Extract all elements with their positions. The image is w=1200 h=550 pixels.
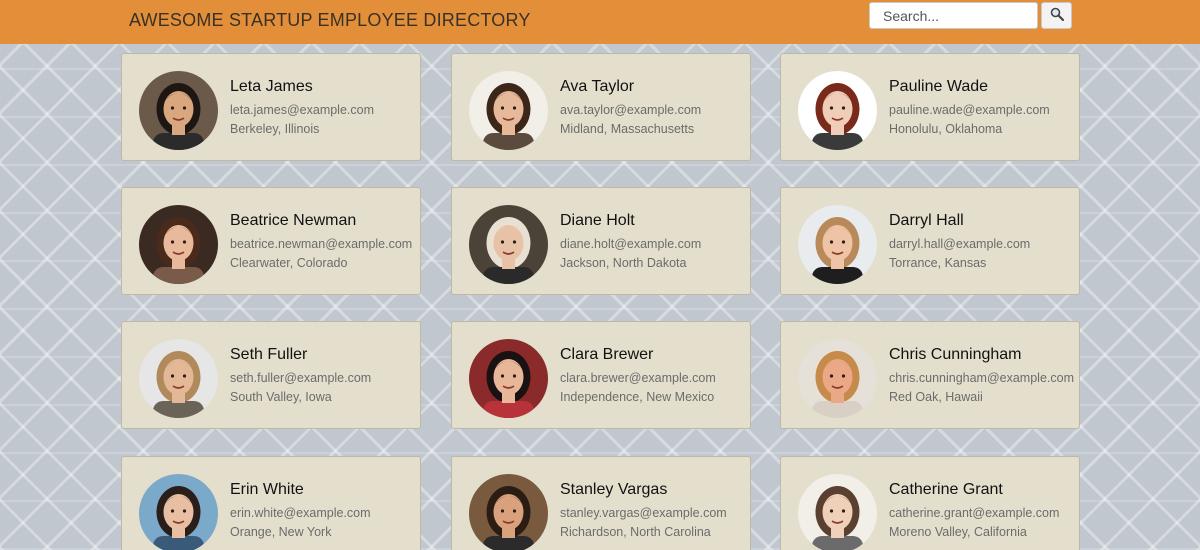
employee-email: seth.fuller@example.com	[230, 371, 372, 385]
employee-name: Erin White	[230, 481, 304, 498]
avatar	[798, 474, 877, 550]
employee-email: erin.white@example.com	[230, 506, 371, 520]
search-button[interactable]	[1041, 2, 1072, 29]
avatar	[139, 474, 218, 550]
employee-location: Moreno Valley, California	[889, 525, 1027, 539]
employee-email: clara.brewer@example.com	[560, 371, 716, 385]
avatar	[139, 205, 218, 284]
avatar	[798, 205, 877, 284]
app-header: AWESOME STARTUP EMPLOYEE DIRECTORY	[0, 0, 1200, 44]
employee-location: Honolulu, Oklahoma	[889, 122, 1003, 136]
avatar	[469, 339, 548, 418]
employee-name: Diane Holt	[560, 212, 635, 229]
employee-location: Berkeley, Illinois	[230, 122, 320, 136]
employee-card[interactable]: Leta James leta.james@example.com Berkeley…	[121, 53, 421, 161]
employee-location: Independence, New Mexico	[560, 390, 715, 404]
employee-name: Stanley Vargas	[560, 481, 668, 498]
employee-email: ava.taylor@example.com	[560, 103, 702, 117]
employee-location: Midland, Massachusetts	[560, 122, 695, 136]
employee-card[interactable]: Stanley Vargas stanley.vargas@example.com…	[451, 456, 751, 550]
avatar	[469, 71, 548, 150]
employee-card[interactable]: Clara Brewer clara.brewer@example.com Inde…	[451, 321, 751, 429]
employee-name: Chris Cunningham	[889, 346, 1022, 363]
search-input[interactable]	[869, 2, 1038, 29]
employee-name: Seth Fuller	[230, 346, 308, 363]
avatar	[139, 71, 218, 150]
employee-card[interactable]: Ava Taylor ava.taylor@example.com Midland,…	[451, 53, 751, 161]
employee-card[interactable]: Darryl Hall darryl.hall@example.com Torran…	[780, 187, 1080, 295]
employee-name: Leta James	[230, 78, 313, 95]
employee-email: catherine.grant@example.com	[889, 506, 1060, 520]
employee-email: leta.james@example.com	[230, 103, 374, 117]
employee-name: Clara Brewer	[560, 346, 654, 363]
employee-name: Beatrice Newman	[230, 212, 357, 229]
employee-card[interactable]: Catherine Grant catherine.grant@example.c…	[780, 456, 1080, 550]
employee-name: Pauline Wade	[889, 78, 989, 95]
employee-email: chris.cunningham@example.com	[889, 371, 1074, 385]
employee-location: Clearwater, Colorado	[230, 256, 348, 270]
employee-name: Ava Taylor	[560, 78, 635, 95]
employee-card[interactable]: Chris Cunningham chris.cunningham@example…	[780, 321, 1080, 429]
employee-card[interactable]: Beatrice Newman beatrice.newman@example.c…	[121, 187, 421, 295]
employee-email: pauline.wade@example.com	[889, 103, 1050, 117]
employee-card[interactable]: Diane Holt diane.holt@example.com Jackson,…	[451, 187, 751, 295]
employee-email: beatrice.newman@example.com	[230, 237, 413, 251]
employee-location: Red Oak, Hawaii	[889, 390, 983, 404]
employee-card[interactable]: Pauline Wade pauline.wade@example.com Hono…	[780, 53, 1080, 161]
avatar	[469, 205, 548, 284]
employee-location: Torrance, Kansas	[889, 256, 987, 270]
avatar	[469, 474, 548, 550]
employee-email: darryl.hall@example.com	[889, 237, 1031, 251]
magnifier-icon	[1050, 6, 1064, 25]
avatar	[139, 339, 218, 418]
employee-location: Richardson, North Carolina	[560, 525, 711, 539]
avatar	[798, 339, 877, 418]
avatar	[798, 71, 877, 150]
employee-name: Catherine Grant	[889, 481, 1003, 498]
employee-location: Jackson, North Dakota	[560, 256, 687, 270]
employee-email: stanley.vargas@example.com	[560, 506, 727, 520]
page-title: AWESOME STARTUP EMPLOYEE DIRECTORY	[129, 10, 531, 30]
employee-card[interactable]: Seth Fuller seth.fuller@example.com South …	[121, 321, 421, 429]
employee-location: Orange, New York	[230, 525, 332, 539]
employee-location: South Valley, Iowa	[230, 390, 332, 404]
employee-name: Darryl Hall	[889, 212, 964, 229]
employee-email: diane.holt@example.com	[560, 237, 702, 251]
employee-card[interactable]: Erin White erin.white@example.com Orange, …	[121, 456, 421, 550]
